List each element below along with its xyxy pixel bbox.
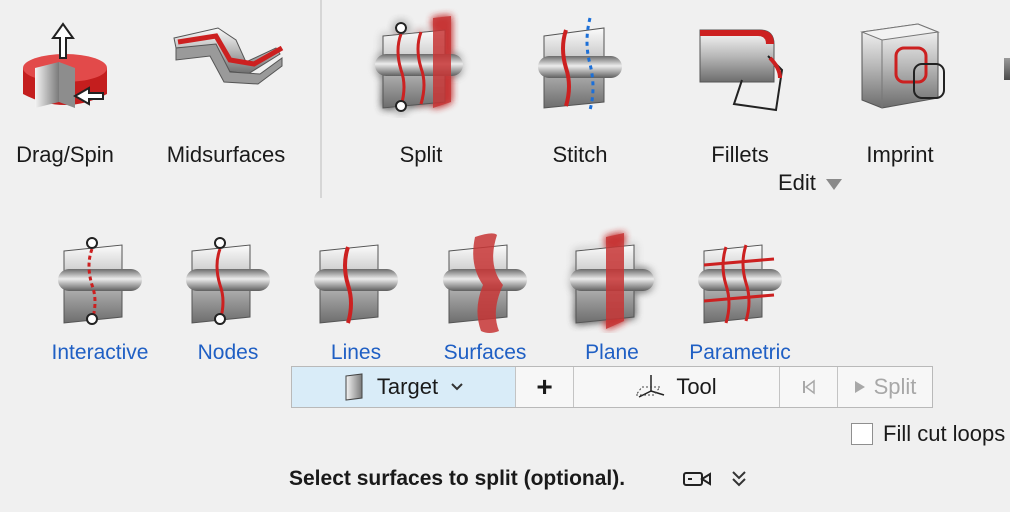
tool-selector-button[interactable]: Tool — [574, 367, 780, 407]
split-icon — [375, 16, 463, 112]
mode-lines-label: Lines — [330, 341, 382, 364]
fill-cut-loops-label: Fill cut loops — [883, 421, 1006, 446]
mode-lines[interactable]: Lines — [291, 215, 421, 375]
edit-group-dropdown[interactable]: Edit — [778, 170, 842, 196]
split-guide-bar: Target + Tool Split — [291, 366, 933, 408]
split-lines-icon — [314, 244, 398, 324]
split-tool[interactable]: Split — [346, 0, 496, 200]
drag-spin-icon — [23, 22, 107, 108]
status-message: Select surfaces to split (optional). — [289, 467, 626, 490]
add-button[interactable]: + — [516, 367, 574, 407]
drag-spin-label: Drag/Spin — [16, 142, 114, 167]
split-label: Split — [399, 142, 443, 167]
ribbon-separator — [320, 0, 322, 198]
fill-cut-loops-option[interactable]: Fill cut loops — [851, 421, 1005, 447]
double-chevron-down-icon[interactable] — [730, 469, 748, 489]
run-split-button[interactable]: Split — [838, 367, 932, 407]
chevron-down-icon — [451, 383, 463, 391]
tool-axis-icon — [636, 375, 665, 398]
run-split-label: Split — [873, 374, 917, 399]
chevron-down-icon — [825, 178, 842, 190]
imprint-icon — [860, 23, 945, 109]
surface-icon — [345, 373, 363, 401]
imprint-label: Imprint — [866, 142, 934, 167]
play-icon — [854, 381, 865, 393]
stitch-icon — [538, 17, 622, 111]
split-nodes-icon — [186, 237, 270, 325]
mode-surfaces[interactable]: Surfaces — [420, 215, 550, 375]
midsurfaces-icon — [173, 27, 284, 85]
edit-group-label: Edit — [778, 170, 816, 195]
mode-parametric-label: Parametric — [689, 341, 791, 364]
mode-nodes[interactable]: Nodes — [163, 215, 293, 375]
video-help-icon[interactable] — [682, 469, 712, 489]
status-actions — [682, 469, 748, 489]
stitch-tool[interactable]: Stitch — [505, 0, 655, 200]
fill-cut-loops-checkbox[interactable] — [851, 423, 873, 445]
mode-parametric[interactable]: Parametric — [675, 215, 805, 375]
midsurfaces-label: Midsurfaces — [166, 142, 286, 167]
tool-label: Tool — [676, 374, 717, 399]
target-selector-button[interactable]: Target — [292, 367, 516, 407]
midsurfaces-tool[interactable]: Midsurfaces — [151, 0, 301, 200]
split-parametric-icon — [698, 244, 782, 324]
mode-plane[interactable]: Plane — [547, 215, 677, 375]
split-plane-icon — [570, 233, 654, 329]
drag-spin-tool[interactable]: Drag/Spin — [0, 0, 140, 200]
previous-step-button[interactable] — [780, 367, 838, 407]
skip-back-icon — [802, 379, 815, 395]
imprint-tool[interactable]: Imprint — [825, 0, 975, 200]
stitch-label: Stitch — [552, 142, 608, 167]
fillets-icon — [699, 29, 784, 112]
ribbon-overflow-icon[interactable] — [1004, 58, 1010, 80]
split-surfaces-icon — [443, 233, 527, 333]
target-label: Target — [376, 374, 439, 399]
fillets-label: Fillets — [711, 142, 769, 167]
mode-interactive[interactable]: Interactive — [35, 215, 165, 375]
split-interactive-icon — [58, 237, 142, 325]
